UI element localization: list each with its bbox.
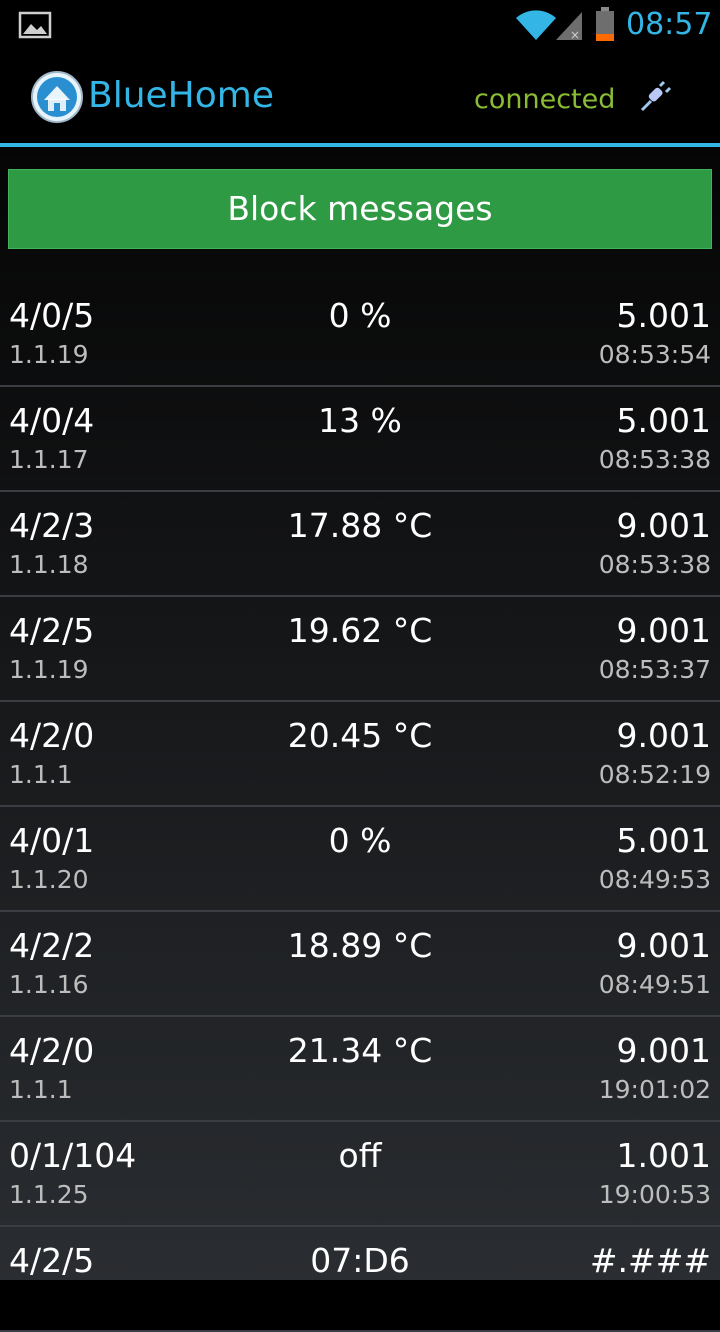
gallery-icon [18, 11, 52, 39]
datapoint-type: 9.001 [616, 506, 711, 545]
message-row[interactable]: 4/0/1 1.1.20 0 % 5.001 08:49:53 [0, 807, 720, 912]
message-time: 19:00:53 [598, 1180, 711, 1209]
message-time: 08:53:38 [598, 550, 711, 579]
message-value: off [338, 1136, 382, 1175]
datapoint-type: 5.001 [616, 821, 711, 860]
message-value: 13 % [318, 401, 402, 440]
message-value: 21.34 °C [287, 1031, 433, 1070]
message-row[interactable]: 4/2/5 1.1.19 19.62 °C 9.001 08:53:37 [0, 597, 720, 702]
group-address: 4/0/5 [9, 296, 95, 335]
group-address: 4/2/0 [9, 1031, 95, 1070]
source-address: 1.1.25 [9, 1180, 89, 1209]
message-row[interactable]: 4/2/2 1.1.16 18.89 °C 9.001 08:49:51 [0, 912, 720, 1017]
content-area: Block messages 4/0/5 1.1.19 0 % 5.001 08… [0, 147, 720, 1332]
group-address: 4/2/3 [9, 506, 95, 545]
message-time: 08:49:53 [598, 865, 711, 894]
source-address: 1.1.20 [9, 865, 89, 894]
message-row[interactable]: 4/2/0 1.1.1 20.45 °C 9.001 08:52:19 [0, 702, 720, 807]
message-time: 19:01:02 [598, 1075, 711, 1104]
message-time: 08:53:54 [598, 340, 711, 369]
source-address: 1.1.19 [9, 655, 89, 684]
message-row[interactable]: 0/1/104 1.1.25 off 1.001 19:00:53 [0, 1122, 720, 1227]
clock: 08:57 [626, 7, 713, 42]
group-address: 4/2/5 [9, 611, 95, 650]
message-value: 0 % [328, 821, 392, 860]
datapoint-type: 5.001 [616, 401, 711, 440]
message-row[interactable]: 4/2/0 1.1.1 21.34 °C 9.001 19:01:02 [0, 1017, 720, 1122]
message-value: 0 % [328, 296, 392, 335]
message-value: 20.45 °C [287, 716, 433, 755]
wifi-icon [516, 10, 556, 40]
source-address: 1.1.16 [9, 970, 89, 999]
action-bar: BlueHome connected [0, 50, 720, 147]
message-time: 08:53:38 [598, 445, 711, 474]
datapoint-type: 9.001 [616, 926, 711, 965]
plug-icon[interactable] [638, 80, 672, 114]
signal-icon: × [556, 12, 582, 42]
message-time: 08:49:51 [598, 970, 711, 999]
message-value: 17.88 °C [287, 506, 433, 545]
block-messages-button[interactable]: Block messages [8, 169, 712, 249]
message-value: 19.62 °C [287, 611, 433, 650]
battery-icon [596, 7, 614, 41]
group-address: 0/1/104 [9, 1136, 137, 1175]
message-row[interactable]: 4/2/3 1.1.18 17.88 °C 9.001 08:53:38 [0, 492, 720, 597]
group-address: 4/2/2 [9, 926, 95, 965]
app-title: BlueHome [88, 75, 274, 116]
status-bar: × 08:57 [0, 0, 720, 50]
message-list: 4/0/5 1.1.19 0 % 5.001 08:53:54 4/0/4 1.… [0, 282, 720, 1332]
svg-text:×: × [570, 28, 580, 42]
group-address: 4/2/5 [9, 1241, 95, 1280]
message-value: 07:D6 [310, 1241, 410, 1280]
source-address: 1.1.19 [9, 340, 89, 369]
group-address: 4/2/0 [9, 716, 95, 755]
message-row[interactable]: 4/0/4 1.1.17 13 % 5.001 08:53:38 [0, 387, 720, 492]
group-address: 4/0/4 [9, 401, 95, 440]
connection-status: connected [474, 84, 616, 115]
datapoint-type: #.### [589, 1241, 711, 1280]
source-address: 1.1.1 [9, 1075, 73, 1104]
message-value: 18.89 °C [287, 926, 433, 965]
app-logo-icon[interactable] [30, 70, 84, 124]
message-row[interactable]: 4/0/5 1.1.19 0 % 5.001 08:53:54 [0, 282, 720, 387]
source-address: 1.1.1 [9, 760, 73, 789]
message-time: 08:53:37 [598, 655, 711, 684]
datapoint-type: 9.001 [616, 611, 711, 650]
datapoint-type: 9.001 [616, 716, 711, 755]
source-address: 1.1.17 [9, 445, 89, 474]
datapoint-type: 1.001 [616, 1136, 711, 1175]
datapoint-type: 9.001 [616, 1031, 711, 1070]
source-address: 1.1.18 [9, 550, 89, 579]
group-address: 4/0/1 [9, 821, 95, 860]
message-time: 08:52:19 [598, 760, 711, 789]
datapoint-type: 5.001 [616, 296, 711, 335]
